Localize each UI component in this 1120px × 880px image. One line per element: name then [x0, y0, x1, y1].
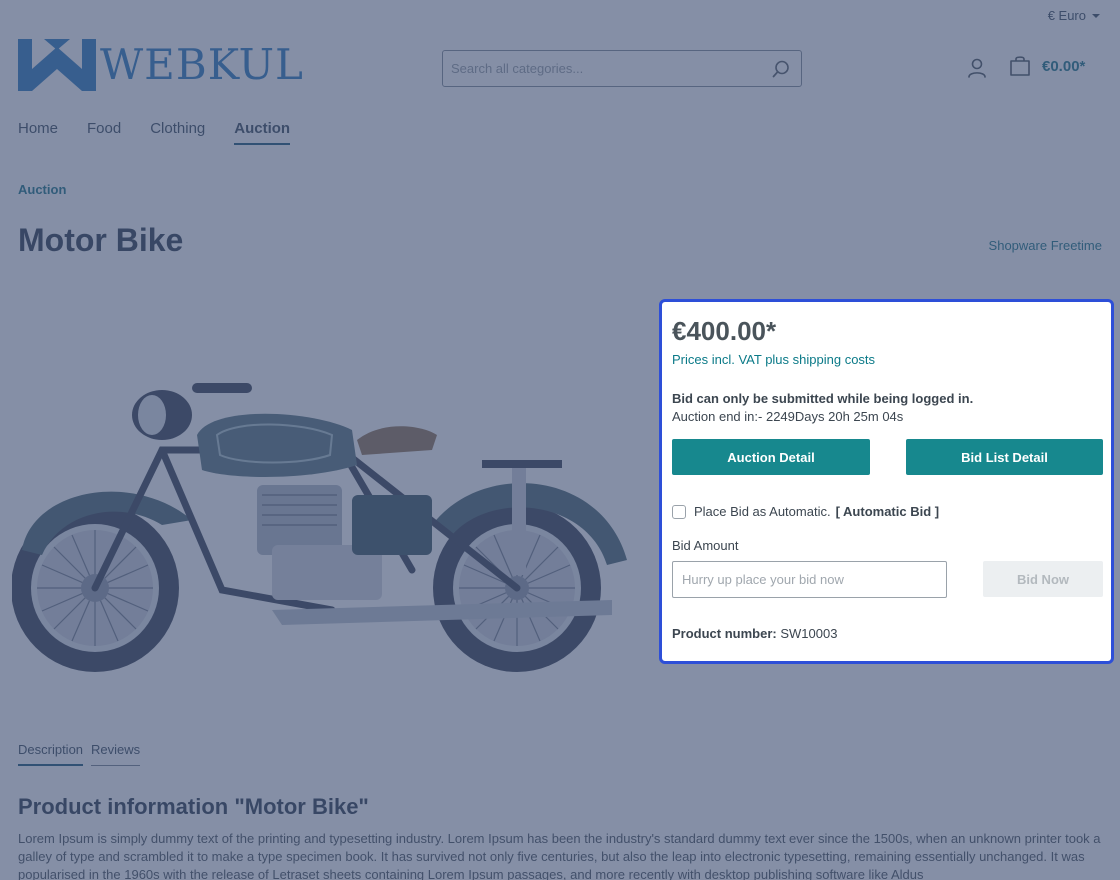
currency-selector[interactable]: € Euro — [1048, 8, 1100, 23]
automatic-bid-tag: [ Automatic Bid ] — [835, 504, 940, 519]
product-number-label: Product number: — [672, 626, 777, 641]
tab-description[interactable]: Description — [18, 742, 84, 766]
product-image[interactable] — [11, 320, 642, 690]
product-number-value: SW10003 — [780, 626, 838, 641]
search-button[interactable] — [761, 51, 801, 86]
manufacturer-link[interactable]: Shopware Freetime — [989, 238, 1102, 253]
bid-amount-label: Bid Amount — [672, 538, 739, 553]
motorbike-illustration — [11, 383, 627, 672]
user-icon — [968, 58, 986, 78]
bid-now-button[interactable]: Bid Now — [983, 561, 1103, 597]
search-icon — [772, 60, 789, 77]
login-notice: Bid can only be submitted while being lo… — [672, 391, 974, 406]
breadcrumb[interactable]: Auction — [18, 182, 66, 197]
product-tabs: Description Reviews — [18, 742, 141, 766]
currency-label: € Euro — [1047, 8, 1086, 23]
bid-list-detail-button[interactable]: Bid List Detail — [906, 439, 1103, 475]
shopping-bag-icon — [1010, 56, 1030, 76]
product-number-row: Product number: SW10003 — [672, 626, 837, 641]
cart-button[interactable]: €0.00* — [1008, 54, 1085, 78]
automatic-bid-checkbox[interactable] — [672, 504, 686, 519]
site-logo[interactable]: WEBKUL — [18, 38, 304, 92]
account-button[interactable] — [965, 56, 989, 80]
product-price: €400.00* — [672, 316, 777, 346]
auction-countdown: 2249Days 20h 25m 04s — [765, 409, 904, 424]
bid-amount-input[interactable] — [672, 561, 947, 598]
automatic-bid-label[interactable]: Place Bid as Automatic. — [694, 504, 831, 519]
product-info-title: Product information "Motor Bike" — [18, 794, 369, 819]
search-input[interactable] — [443, 51, 761, 86]
vat-note-link[interactable]: Prices incl. VAT plus shipping costs — [672, 352, 875, 367]
page-title: Motor Bike — [18, 222, 184, 258]
nav-item-auction[interactable]: Auction — [234, 120, 291, 145]
buy-box: €400.00* Prices incl. VAT plus shipping … — [659, 299, 1114, 664]
tab-reviews[interactable]: Reviews — [91, 742, 141, 766]
webkul-logo-icon — [18, 39, 96, 91]
auction-end-label: Auction end in:- — [672, 409, 763, 424]
search-box — [442, 50, 802, 87]
nav-item-clothing[interactable]: Clothing — [150, 120, 205, 145]
auction-end-row: Auction end in:- 2249Days 20h 25m 04s — [672, 409, 903, 424]
main-navigation: Home Food Clothing Auction — [18, 120, 291, 145]
cart-total: €0.00* — [1042, 57, 1086, 75]
nav-item-food[interactable]: Food — [87, 120, 121, 145]
chevron-down-icon — [1092, 13, 1100, 18]
auction-detail-button[interactable]: Auction Detail — [672, 439, 870, 475]
logo-text: WEBKUL — [100, 40, 304, 89]
nav-item-home[interactable]: Home — [18, 120, 58, 145]
product-description: Lorem Ipsum is simply dummy text of the … — [18, 831, 1101, 880]
automatic-bid-row: Place Bid as Automatic. [ Automatic Bid … — [672, 504, 939, 519]
